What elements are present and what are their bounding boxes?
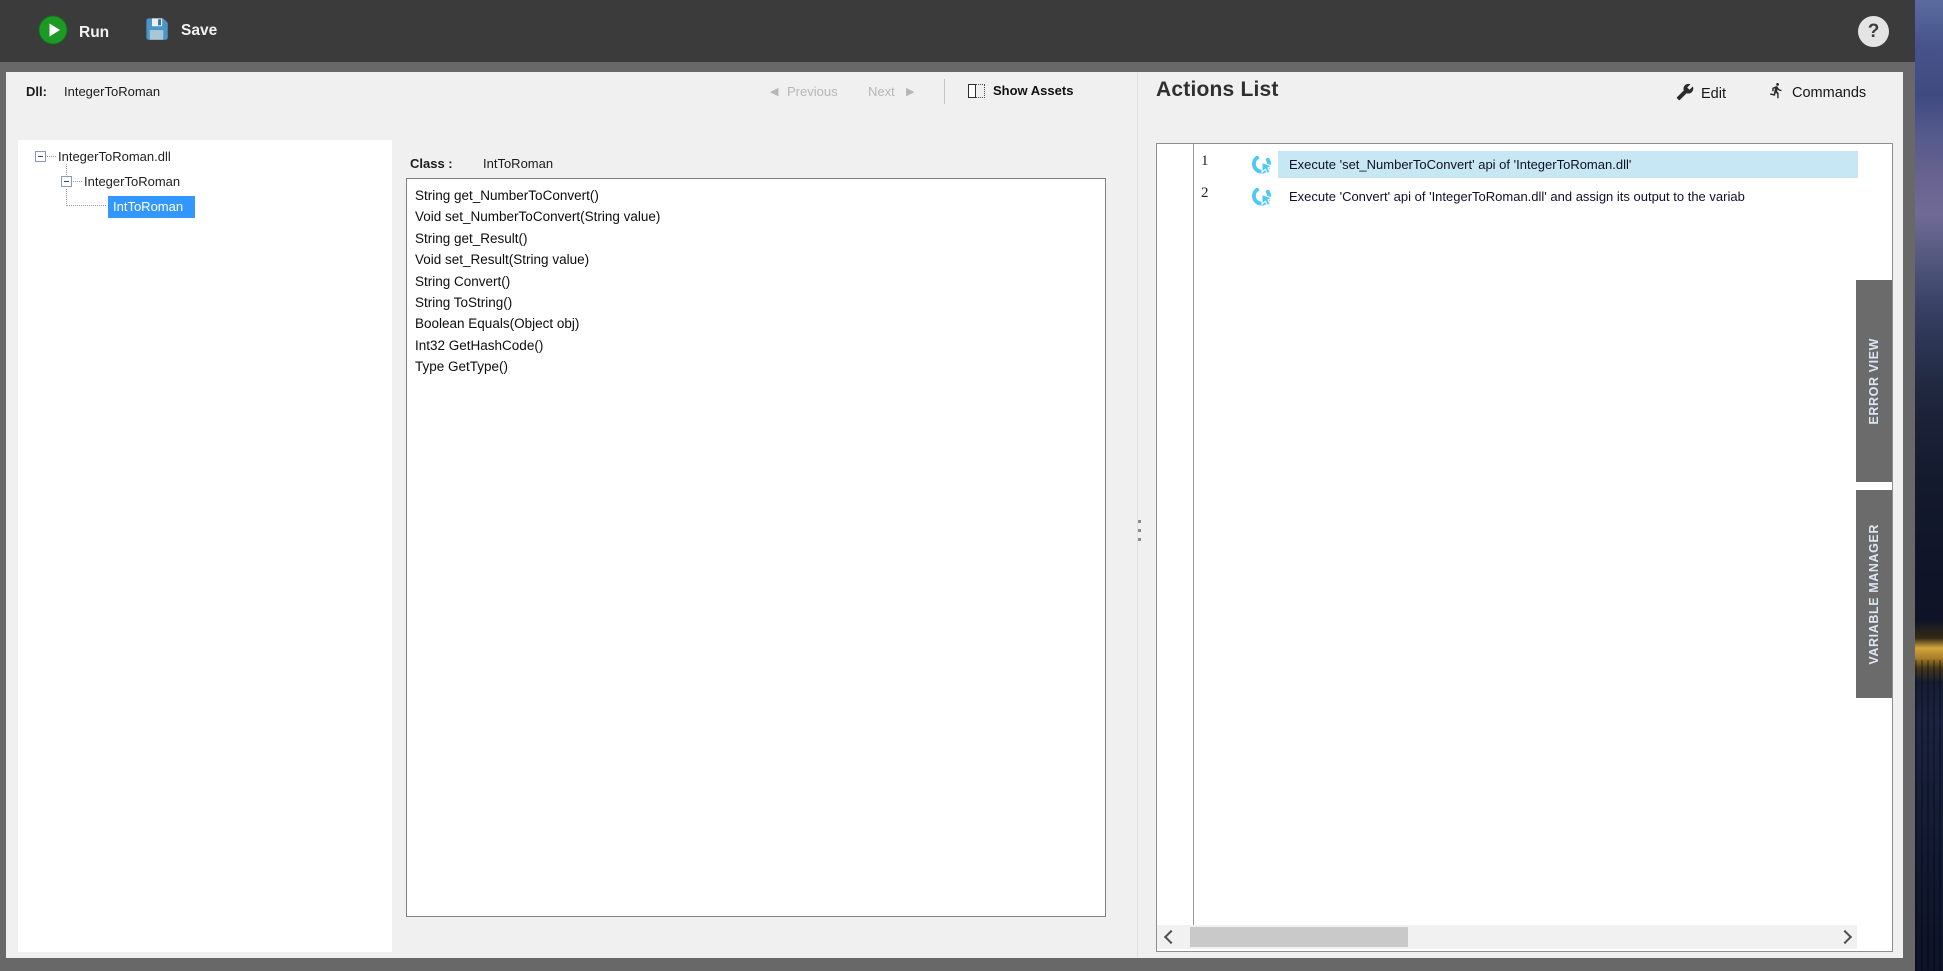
run-label: Run — [79, 23, 110, 41]
tree-item-label: IntToRoman — [108, 196, 196, 218]
top-toolbar — [0, 0, 1915, 62]
splitter-handle-dot[interactable] — [1138, 538, 1141, 541]
tab-variable-manager-label: VARIABLE MANAGER — [1867, 523, 1881, 665]
action-row[interactable]: Execute 'Convert' api of 'IntegerToRoman… — [1289, 189, 1855, 204]
wrench-icon — [1676, 83, 1694, 105]
method-item[interactable]: Int32 GetHashCode() — [415, 335, 1105, 356]
tree-collapse-icon-namespace[interactable] — [61, 176, 72, 187]
commands-label: Commands — [1792, 84, 1867, 101]
method-item[interactable]: Boolean Equals(Object obj) — [415, 313, 1105, 334]
previous-button[interactable]: Previous — [787, 84, 838, 99]
save-label: Save — [181, 22, 218, 39]
method-item[interactable]: String Convert() — [415, 271, 1105, 292]
dll-label: Dll: — [26, 84, 47, 99]
previous-arrow-icon: ◀ — [770, 86, 779, 98]
scrollbar-thumb[interactable] — [1190, 927, 1408, 947]
tree-collapse-icon-dll[interactable] — [35, 151, 46, 162]
actions-listbox — [1156, 143, 1893, 952]
edit-label: Edit — [1701, 86, 1726, 102]
tree-item-class-selected[interactable]: IntToRoman — [108, 196, 196, 218]
splitter-handle-dot[interactable] — [1138, 529, 1141, 532]
actions-list-title: Actions List — [1156, 78, 1279, 101]
run-icon — [38, 15, 68, 50]
run-button[interactable]: Run — [38, 15, 109, 50]
tree-connector — [66, 205, 106, 207]
dll-name-value: IntegerToRoman — [64, 84, 161, 99]
row-number-separator — [1193, 144, 1194, 925]
action-row-number: 1 — [1201, 153, 1209, 169]
tree-connector — [66, 164, 68, 175]
commands-button[interactable]: Commands — [1768, 82, 1866, 103]
method-item[interactable]: String get_Result() — [415, 228, 1105, 249]
save-button[interactable]: Save — [143, 15, 217, 47]
header-separator — [944, 79, 945, 104]
method-item[interactable]: Void set_Result(String value) — [415, 249, 1105, 270]
tree-item-namespace[interactable]: IntegerToRoman — [84, 174, 180, 189]
show-assets-label: Show Assets — [993, 83, 1074, 98]
class-label: Class : — [410, 156, 453, 171]
tree-item-dll[interactable]: IntegerToRoman.dll — [58, 149, 171, 164]
tab-error-view-label: ERROR VIEW — [1867, 337, 1881, 425]
class-name-value: IntToRoman — [483, 156, 554, 171]
action-row-number: 2 — [1201, 185, 1209, 201]
tab-error-view[interactable]: ERROR VIEW — [1856, 280, 1892, 482]
method-item[interactable]: String ToString() — [415, 292, 1105, 313]
splitter-handle-dot[interactable] — [1138, 520, 1141, 523]
method-item[interactable]: String get_NumberToConvert() — [415, 185, 1105, 206]
execute-api-icon[interactable] — [1251, 153, 1275, 177]
running-man-icon — [1768, 82, 1785, 103]
tab-variable-manager[interactable]: VARIABLE MANAGER — [1856, 490, 1892, 698]
tree-connector — [66, 189, 68, 206]
show-assets-icon — [968, 83, 985, 98]
tree-item-label: IntegerToRoman.dll — [58, 149, 171, 164]
tree-connector — [73, 181, 82, 183]
desktop-background-reflections — [1915, 660, 1943, 971]
help-button[interactable]: ? — [1858, 16, 1889, 47]
dll-tree-panel — [18, 140, 392, 952]
next-arrow-icon: ▶ — [906, 86, 915, 98]
save-icon — [143, 15, 170, 47]
tree-item-label: IntegerToRoman — [84, 174, 181, 189]
action-row[interactable]: Execute 'set_NumberToConvert' api of 'In… — [1289, 157, 1855, 172]
execute-api-icon[interactable] — [1251, 185, 1275, 209]
show-assets-button[interactable]: Show Assets — [968, 83, 1073, 98]
next-button[interactable]: Next — [868, 84, 895, 99]
tree-connector — [47, 156, 56, 158]
method-item[interactable]: Type GetType() — [415, 356, 1105, 377]
edit-button[interactable]: Edit — [1676, 83, 1726, 105]
panel-splitter[interactable] — [1137, 72, 1138, 958]
help-question-mark: ? — [1867, 20, 1880, 42]
method-listbox[interactable]: String get_NumberToConvert() Void set_Nu… — [406, 178, 1106, 917]
app-window: Run Save ? Dll: IntegerToRoman ◀ Previou… — [0, 0, 1943, 971]
method-item[interactable]: Void set_NumberToConvert(String value) — [415, 206, 1105, 227]
